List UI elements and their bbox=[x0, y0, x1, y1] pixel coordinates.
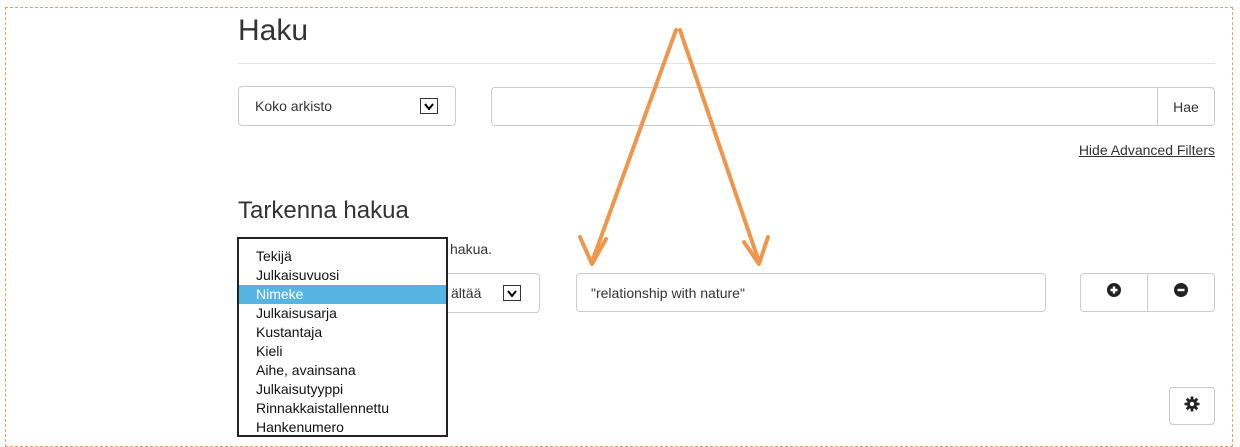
hide-advanced-filters-link[interactable]: Hide Advanced Filters bbox=[1079, 142, 1215, 158]
title-divider bbox=[238, 63, 1215, 64]
annotation-frame bbox=[5, 7, 1233, 447]
minus-circle-icon bbox=[1174, 283, 1188, 302]
dropdown-option[interactable]: Julkaisuvuosi bbox=[239, 266, 446, 285]
dropdown-option[interactable]: Kustantaja bbox=[239, 323, 446, 342]
remove-filter-button[interactable] bbox=[1147, 273, 1215, 312]
dropdown-option-selected[interactable]: Nimeke bbox=[239, 285, 446, 304]
search-input[interactable] bbox=[491, 87, 1158, 126]
scope-select-value: Koko arkisto bbox=[255, 98, 333, 114]
search-button[interactable]: Hae bbox=[1157, 87, 1215, 126]
plus-circle-icon bbox=[1107, 283, 1121, 302]
page-title: Haku bbox=[238, 14, 309, 47]
search-term-value: "relationship with nature" bbox=[591, 284, 745, 301]
gear-icon bbox=[1184, 396, 1200, 417]
dropdown-option[interactable]: Hankenumero bbox=[239, 418, 446, 437]
chevron-down-icon bbox=[420, 98, 438, 114]
match-type-select-value: ältää bbox=[451, 285, 482, 301]
dropdown-option[interactable]: Rinnakkaistallennettu bbox=[239, 399, 446, 418]
dropdown-option[interactable]: Aihe, avainsana bbox=[239, 361, 446, 380]
scope-select[interactable]: Koko arkisto bbox=[238, 86, 456, 126]
dropdown-option[interactable]: Tekijä bbox=[239, 247, 446, 266]
dropdown-option[interactable]: Kieli bbox=[239, 342, 446, 361]
add-filter-button[interactable] bbox=[1080, 273, 1148, 312]
dropdown-option[interactable]: Julkaisutyyppi bbox=[239, 380, 446, 399]
refine-hint: hakua. bbox=[450, 241, 493, 257]
dropdown-option[interactable]: Julkaisusarja bbox=[239, 304, 446, 323]
settings-button[interactable] bbox=[1169, 387, 1215, 425]
field-dropdown-list[interactable]: Tekijä Julkaisuvuosi Nimeke Julkaisusarj… bbox=[237, 237, 448, 437]
refine-title: Tarkenna hakua bbox=[238, 197, 409, 224]
search-term-input[interactable]: "relationship with nature" bbox=[576, 273, 1046, 312]
chevron-down-icon bbox=[503, 285, 521, 301]
